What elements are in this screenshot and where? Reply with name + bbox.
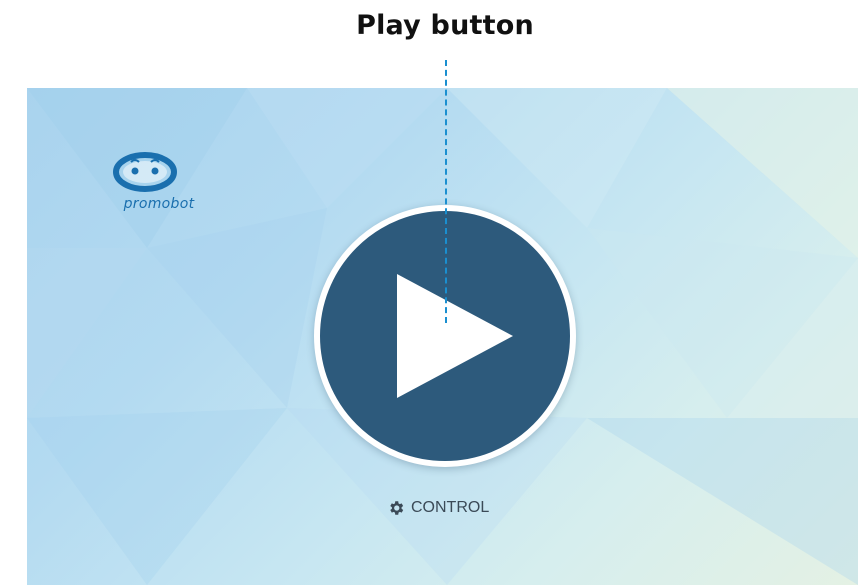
app-screen: promobot CONTROL	[27, 88, 858, 585]
promobot-logo-icon	[113, 152, 177, 192]
gear-icon	[390, 501, 404, 515]
control-label: CONTROL	[411, 499, 490, 516]
logo-text: promobot	[123, 196, 195, 212]
annotation-title: Play button	[356, 10, 534, 41]
promobot-logo: promobot	[89, 152, 229, 222]
page: Play button promobot CONTROL	[0, 0, 858, 585]
control-button[interactable]: CONTROL	[387, 496, 489, 520]
annotation-leader-line	[445, 60, 447, 323]
